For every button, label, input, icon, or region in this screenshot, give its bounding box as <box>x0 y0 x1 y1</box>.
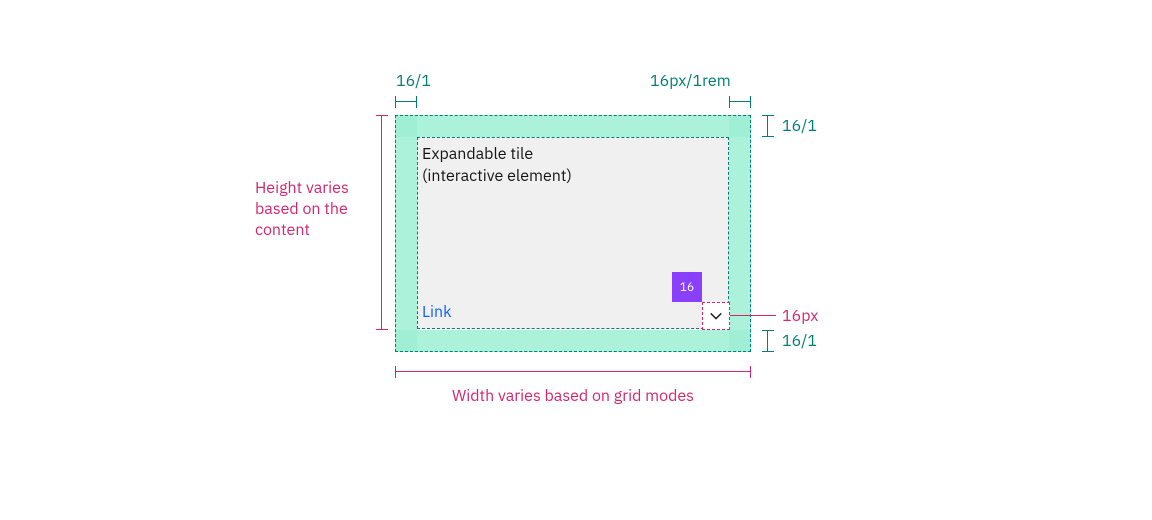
height-note: Height varies based on the content <box>255 178 375 240</box>
padding-top-left-ibar <box>395 96 417 108</box>
padding-right-top-label: 16/1 <box>782 117 817 136</box>
padding-right-bottom-ibar <box>762 330 774 352</box>
tile-title-line2: (interactive element) <box>422 166 572 186</box>
spec-diagram: 16/1 16px/1rem Expandable tile (interact… <box>0 0 1152 520</box>
pad-band-bottom <box>395 330 751 352</box>
height-ibar <box>376 115 388 330</box>
pad-band-top <box>395 115 751 137</box>
padding-top-left-label: 16/1 <box>396 72 431 91</box>
tile-title-line1: Expandable tile <box>422 144 533 164</box>
tile-title: Expandable tile (interactive element) <box>422 144 572 187</box>
chevron-callout-label: 16px <box>782 306 818 327</box>
pad-band-left <box>395 115 417 352</box>
tile-link[interactable]: Link <box>422 302 452 322</box>
width-note: Width varies based on grid modes <box>452 386 694 407</box>
padding-top-right-label: 16px/1rem <box>650 72 731 91</box>
chevron-callout-leader <box>730 315 776 316</box>
padding-top-right-ibar <box>729 96 751 108</box>
expand-chevron-target[interactable] <box>702 302 730 330</box>
padding-right-bottom-label: 16/1 <box>782 332 817 351</box>
padding-right-top-ibar <box>762 115 774 137</box>
width-ibar <box>395 366 751 378</box>
chevron-down-icon <box>709 309 723 323</box>
pad-band-right <box>729 115 751 352</box>
chevron-size-badge: 16 <box>672 272 702 302</box>
